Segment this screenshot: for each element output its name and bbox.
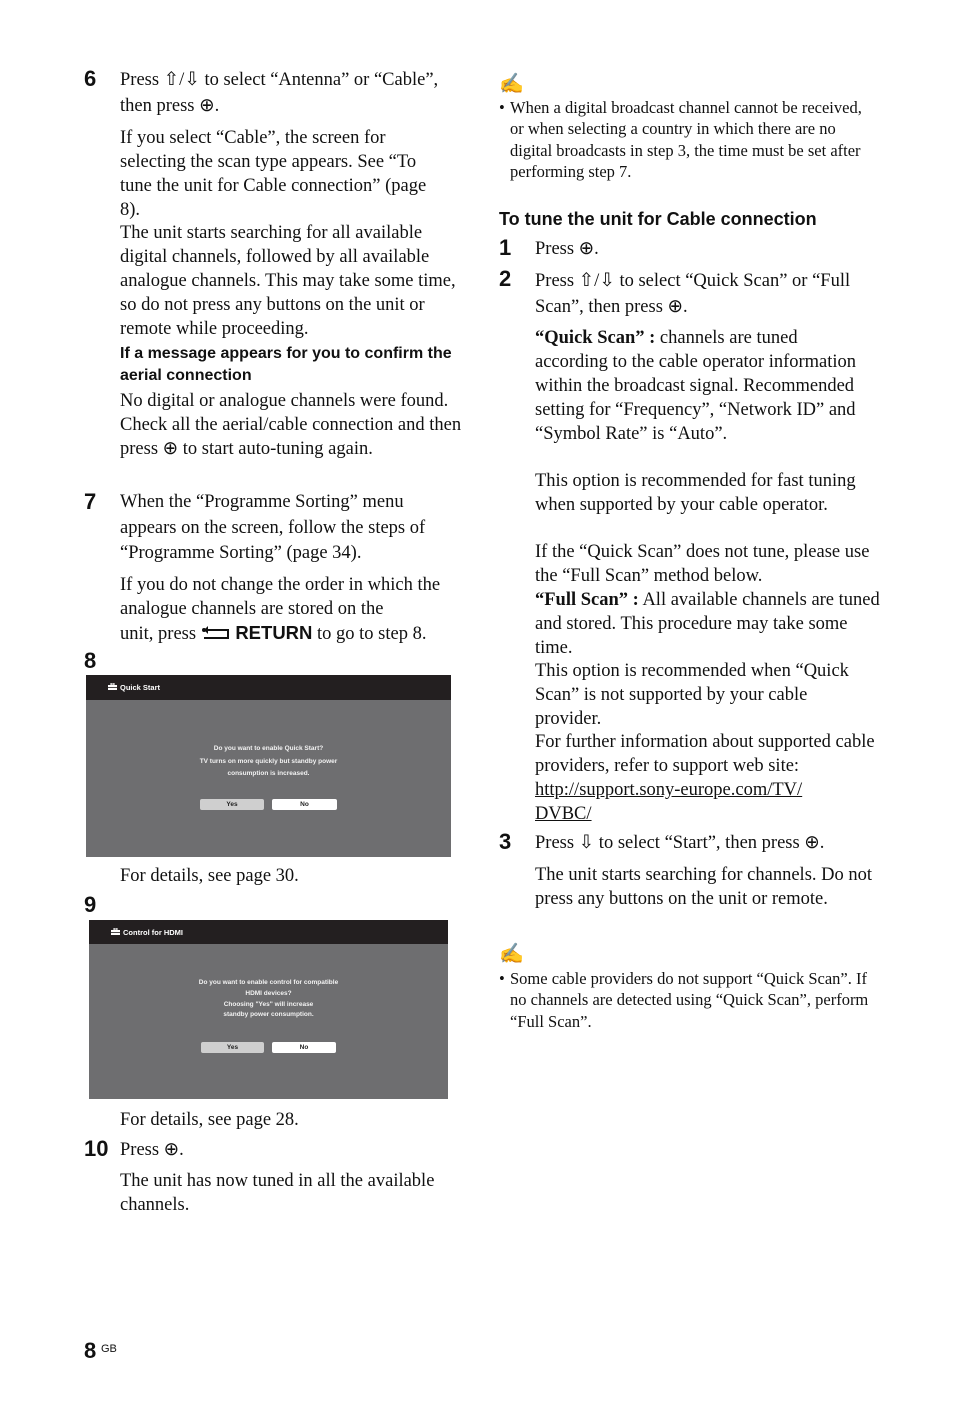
yes-button[interactable]: Yes xyxy=(201,1042,264,1053)
section-heading: To tune the unit for Cable connection xyxy=(499,209,817,229)
screen-title-bar: Quick Start xyxy=(86,675,451,700)
step-6-line-1: Press ⇧/⇩ to select “Antenna” or “Cable”… xyxy=(120,70,439,90)
bullet-dot: • xyxy=(499,969,505,988)
step-number: 9 xyxy=(84,892,97,917)
step-7-return-line: unit, press RETURN to go to step 8. xyxy=(120,621,480,647)
bullet-dot: • xyxy=(499,98,505,117)
quick-scan-label: “Quick Scan” : xyxy=(535,328,656,348)
screen-title: Quick Start xyxy=(120,683,161,692)
full-scan-recommendation: This option is recommended when “Quick S… xyxy=(535,661,849,729)
note-text: Some cable providers do not support “Qui… xyxy=(510,969,869,1031)
step-9-caption: For details, see page 28. xyxy=(120,1110,299,1130)
return-icon xyxy=(201,623,231,647)
screen-message-line: consumption is increased. xyxy=(227,770,310,777)
step-7-paragraph: If you do not change the order in which … xyxy=(120,575,441,619)
step-6-line-2: then press ⊕. xyxy=(120,96,220,116)
note-pencil-icon: ✍ xyxy=(499,73,524,95)
screen-title-bar: Control for HDMI xyxy=(89,920,448,944)
screen-message-line: Do you want to enable Quick Start? xyxy=(213,745,324,752)
step-number: 8 xyxy=(84,648,97,673)
step-number: 6 xyxy=(84,66,97,91)
step-10-paragraph: The unit has now tuned in all the availa… xyxy=(120,1171,435,1215)
page-number: 8 xyxy=(84,1338,97,1363)
note-item: • When a digital broadcast channel canno… xyxy=(499,97,869,182)
cable-step-3-text: Press ⇩ to select “Start”, then press ⊕. xyxy=(535,833,825,853)
further-information: For further information about supported … xyxy=(535,732,875,776)
step-number: 3 xyxy=(499,829,512,854)
no-button[interactable]: No xyxy=(272,799,337,810)
step-8-caption: For details, see page 30. xyxy=(120,866,299,886)
screen-message-line: HDMI devices? xyxy=(245,990,292,997)
toolbox-icon xyxy=(111,927,120,937)
step-6-paragraph-searching: The unit starts searching for all availa… xyxy=(120,223,456,339)
page-suffix: GB xyxy=(101,1343,117,1355)
step-number: 7 xyxy=(84,489,97,514)
step-number: 1 xyxy=(499,235,512,260)
no-button[interactable]: No xyxy=(272,1042,336,1053)
cable-step-3-paragraph: The unit starts searching for channels. … xyxy=(535,865,873,909)
step-number: 10 xyxy=(84,1136,109,1161)
aerial-subheading: If a message appears for you to confirm … xyxy=(120,345,452,384)
quick-start-screen: Quick Start Do you want to enable Quick … xyxy=(86,675,451,857)
full-scan-description: “Full Scan” : All available channels are… xyxy=(535,588,880,660)
note-pencil-icon: ✍ xyxy=(499,943,524,965)
screen-message-line: Do you want to enable control for compat… xyxy=(198,979,339,986)
cable-step-2-text: Press ⇧/⇩ to select “Quick Scan” or “Ful… xyxy=(535,271,851,317)
step-7-return-pre: unit, press xyxy=(120,624,197,644)
hdmi-control-screen: Control for HDMI Do you want to enable c… xyxy=(89,920,448,1099)
screen-title: Control for HDMI xyxy=(123,927,183,937)
cable-step-1-text: Press ⊕. xyxy=(535,239,599,259)
screen-message-line: Choosing "Yes" will increase xyxy=(223,1001,314,1008)
screen-message-line: standby power consumption. xyxy=(223,1011,314,1018)
toolbox-icon xyxy=(108,682,117,692)
quick-scan-description: “Quick Scan” : channels are tuned accord… xyxy=(535,326,875,446)
step-number: 2 xyxy=(499,266,512,291)
return-label: RETURN xyxy=(235,622,313,643)
step-10-text: Press ⊕. xyxy=(120,1140,184,1160)
quick-scan-fallback: If the “Quick Scan” does not tune, pleas… xyxy=(535,542,870,586)
note-item: • Some cable providers do not support “Q… xyxy=(499,968,869,1032)
support-link[interactable]: http://support.sony-europe.com/TV/ DVBC/ xyxy=(535,778,835,826)
note-text: When a digital broadcast channel cannot … xyxy=(510,98,862,181)
yes-button[interactable]: Yes xyxy=(200,799,264,810)
step-7-return-post: to go to step 8. xyxy=(317,624,427,644)
full-scan-label: “Full Scan” : xyxy=(535,590,639,610)
step-6-paragraph-cable: If you select “Cable”, the screen for se… xyxy=(120,128,427,220)
step-7-text: When the “Programme Sorting” menu appear… xyxy=(120,492,426,563)
screen-message-line: TV turns on more quickly but standby pow… xyxy=(199,758,338,765)
quick-scan-recommendation: This option is recommended for fast tuni… xyxy=(535,471,856,515)
step-6-paragraph-no-channels: No digital or analogue channels were fou… xyxy=(120,391,462,459)
